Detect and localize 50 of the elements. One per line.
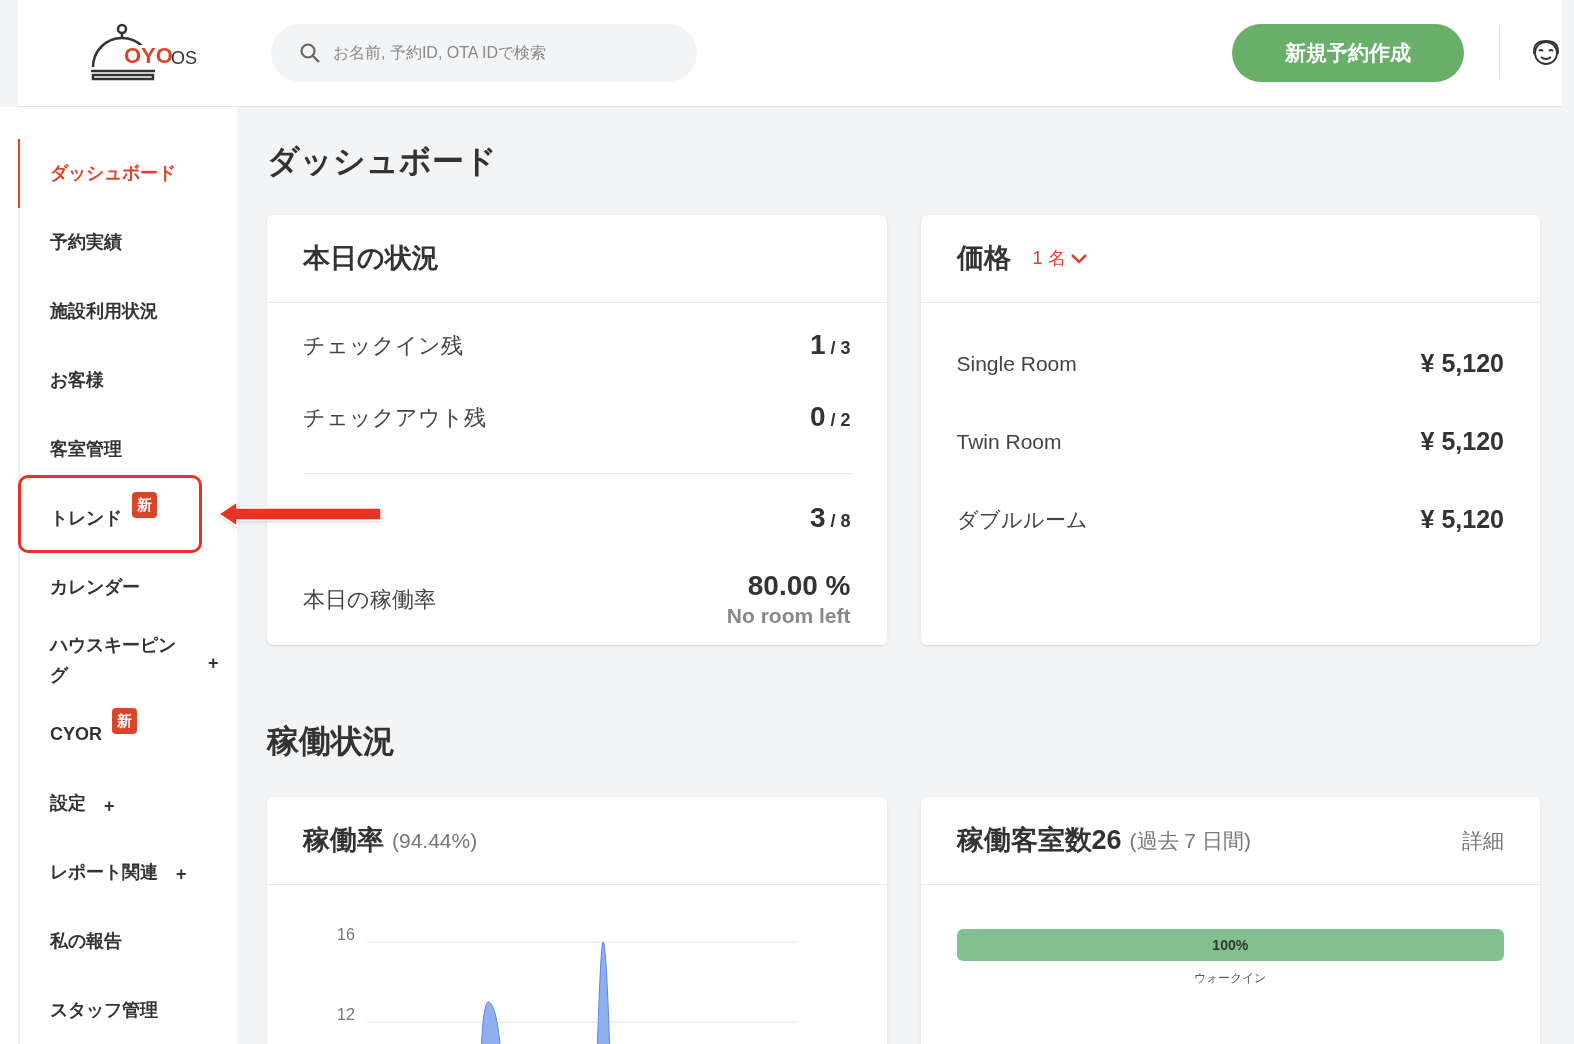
page-title: ダッシュボード	[267, 142, 498, 181]
section-title: 稼働状況	[267, 722, 396, 761]
sidebar-item[interactable]: 設定	[50, 788, 86, 818]
expand-icon[interactable]: +	[104, 792, 115, 820]
stat-label: チェックイン残	[303, 331, 463, 360]
sidebar-item[interactable]: スタッフ管理	[50, 994, 158, 1025]
card-title: 価格	[956, 242, 1011, 276]
stat-label: 本日の稼働率	[303, 586, 436, 614]
sidebar-item[interactable]: ハウスキーピング	[50, 630, 190, 691]
sidebar-item[interactable]: 客室管理	[50, 433, 122, 464]
room-price: ¥ 5,120	[1420, 348, 1504, 380]
search-field[interactable]: お名前, 予約ID, OTA IDで検索	[271, 24, 697, 82]
sidebar-item[interactable]: ダッシュボード	[50, 158, 176, 189]
new-badge: 新	[132, 491, 157, 518]
details-link[interactable]: 詳細	[1462, 824, 1504, 857]
card-title: 稼働率	[303, 824, 384, 858]
guest-count-dropdown[interactable]: 1 名	[1032, 245, 1088, 272]
sidebar-item[interactable]: レポート関連	[50, 856, 158, 887]
stat-value: 80.00 %	[747, 569, 851, 603]
card-subtitle: (過去 7 日間)	[1129, 827, 1251, 854]
sidebar-item[interactable]: CYOR	[50, 719, 102, 750]
stat-note: No room left	[726, 603, 851, 629]
room-price: ¥ 5,120	[1420, 504, 1504, 536]
progress-caption: ウォークイン	[1194, 970, 1267, 987]
sidebar-item[interactable]: 予約実績	[50, 227, 122, 258]
expand-icon[interactable]: +	[176, 861, 187, 889]
room-name: Twin Room	[956, 429, 1062, 456]
sidebar-item[interactable]: 施設利用状況	[50, 296, 158, 327]
axis-tick: 16	[337, 925, 355, 945]
search-icon	[299, 42, 321, 64]
stat-value: 1 / 3	[809, 328, 851, 362]
stat-label: チェックアウト残	[303, 403, 486, 432]
room-price: ¥ 5,120	[1420, 426, 1504, 458]
sidebar-item[interactable]: 私の報告	[50, 925, 122, 956]
sidebar-item[interactable]: カレンダー	[50, 571, 140, 602]
progress-label: 100%	[1211, 935, 1250, 955]
chevron-down-icon	[1069, 252, 1088, 265]
card-title: 本日の状況	[303, 242, 439, 276]
headset-face-icon[interactable]	[1530, 38, 1562, 68]
axis-tick: 12	[337, 1005, 355, 1025]
sidebar-item[interactable]: トレンド	[50, 502, 122, 533]
stat-value: 0 / 2	[809, 400, 851, 434]
sidebar-item[interactable]: お客様	[50, 365, 104, 395]
card-subtitle: (94.44%)	[392, 827, 478, 854]
card-title: 稼働客室数26	[956, 824, 1122, 858]
new-badge: 新	[112, 708, 137, 735]
room-name: Single Room	[956, 351, 1077, 378]
room-name: ダブルルーム	[956, 507, 1088, 534]
stat-value: 3 / 8	[809, 500, 851, 535]
expand-icon[interactable]: +	[208, 649, 219, 677]
